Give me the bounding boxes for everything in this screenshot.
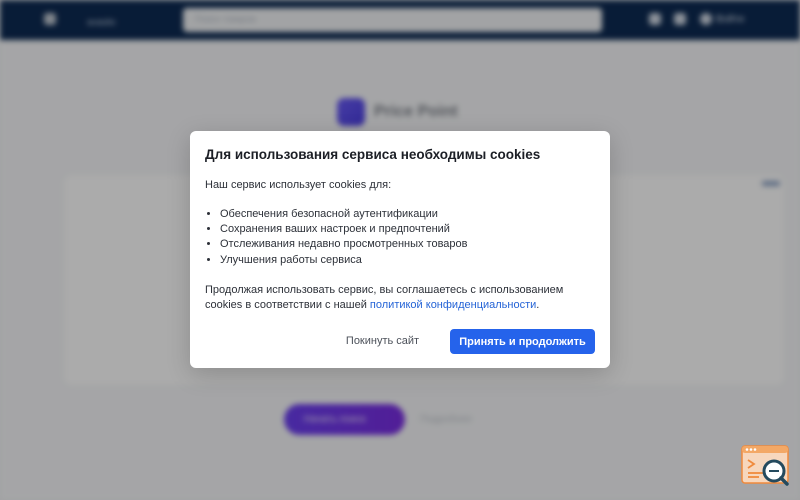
consent-text-end: . <box>536 299 540 312</box>
dialog-title: Для использования сервиса необходимы coo… <box>205 147 541 162</box>
dialog-intro: Наш сервис использует cookies для: <box>205 179 392 191</box>
dialog-consent-text: Продолжая использовать сервис, вы соглаш… <box>205 283 590 313</box>
list-item: Отслеживания недавно просмотренных товар… <box>220 237 468 252</box>
privacy-policy-link[interactable]: политикой конфиденциальности <box>370 299 536 311</box>
leave-site-button[interactable]: Покинуть сайт <box>330 329 435 353</box>
cookie-purposes-list: Обеспечения безопасной аутентификации Со… <box>205 207 468 268</box>
accept-and-continue-button[interactable]: Принять и продолжить <box>450 329 595 354</box>
list-item: Обеспечения безопасной аутентификации <box>220 207 468 222</box>
list-item: Сохранения ваших настроек и предпочтений <box>220 222 468 237</box>
cookie-consent-dialog: Для использования сервиса необходимы coo… <box>190 131 610 368</box>
search-document-icon[interactable] <box>741 444 790 487</box>
list-item: Улучшения работы сервиса <box>220 253 468 268</box>
